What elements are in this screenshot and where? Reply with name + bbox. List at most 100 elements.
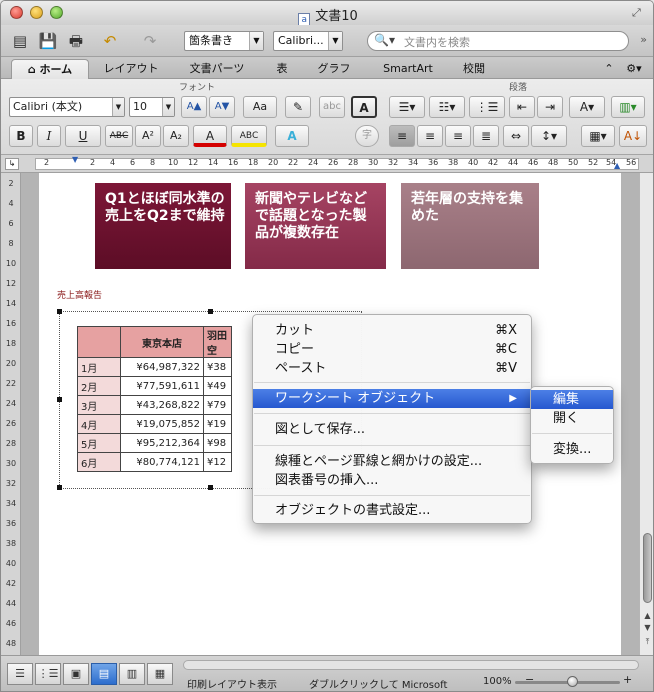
tab-chart[interactable]: グラフ xyxy=(303,59,365,79)
ruler-label: 40 xyxy=(468,158,479,167)
menu-item-worksheet-object[interactable]: ワークシート オブジェクト ▶ xyxy=(253,389,531,408)
numbering-icon[interactable]: ☷▾ xyxy=(429,96,465,118)
zoom-in-icon[interactable]: + xyxy=(623,673,632,686)
superscript-button[interactable]: A² xyxy=(135,125,161,147)
sort-icon[interactable]: A↓ xyxy=(619,125,647,147)
highlight-button[interactable]: ABC xyxy=(231,125,267,147)
smartart-shape-3[interactable]: 若年層の支持を集めた xyxy=(401,183,539,269)
subscript-button[interactable]: A₂ xyxy=(163,125,189,147)
submenu-item-edit[interactable]: 編集 xyxy=(531,390,613,409)
ruler-label: 20 xyxy=(268,158,279,167)
menu-item-cut[interactable]: カット ⌘X xyxy=(253,321,531,340)
tab-review[interactable]: 校閲 xyxy=(451,59,497,79)
bold-button[interactable]: B xyxy=(9,125,33,147)
menu-item-insert-caption[interactable]: 図表番号の挿入... xyxy=(253,471,531,490)
indent-marker-icon[interactable]: ▼ xyxy=(72,155,78,164)
text-effects-button[interactable]: A xyxy=(275,125,309,147)
font-color-button[interactable]: A xyxy=(193,125,227,147)
scroll-up-icon[interactable]: ▲ xyxy=(642,611,653,620)
zoom-out-icon[interactable]: − xyxy=(525,673,534,686)
draft-view-icon[interactable]: ☰ xyxy=(7,663,33,685)
resize-handle[interactable] xyxy=(208,309,213,314)
align-right-icon[interactable]: ≡ xyxy=(445,125,471,147)
embedded-worksheet[interactable]: 東京本店 羽田空 1月 ¥64,987,322 ¥38 2月 ¥77,591,6… xyxy=(77,326,232,472)
table-row: 3月 ¥43,268,822 ¥79 xyxy=(77,395,232,415)
previous-page-icon[interactable]: ⤒ xyxy=(642,637,653,647)
submenu-item-open[interactable]: 開く xyxy=(531,409,613,428)
undo-icon[interactable]: ↶ xyxy=(97,29,123,53)
search-icon[interactable]: 🔍▾ xyxy=(374,33,395,47)
justify-icon[interactable]: ≣ xyxy=(473,125,499,147)
multilevel-list-icon[interactable]: ⋮☰ xyxy=(469,96,505,118)
menu-item-borders-shading[interactable]: 線種とページ罫線と網かけの設定... xyxy=(253,452,531,471)
print-layout-view-icon[interactable]: ▤ xyxy=(91,663,117,685)
italic-button[interactable]: I xyxy=(37,125,61,147)
resize-handle[interactable] xyxy=(208,485,213,490)
resize-handle[interactable] xyxy=(57,485,62,490)
resize-handle[interactable] xyxy=(57,309,62,314)
menu-item-save-as-picture[interactable]: 図として保存... xyxy=(253,420,531,439)
clear-formatting-icon[interactable]: ✎ xyxy=(285,96,311,118)
notebook-view-icon[interactable]: ▥ xyxy=(119,663,145,685)
ruler-label: 32 xyxy=(388,158,399,167)
change-case-button[interactable]: Aa xyxy=(243,96,277,118)
font-select-toolbar[interactable]: Calibri... ▼ xyxy=(273,31,343,51)
collapse-ribbon-icon[interactable]: ⌃ xyxy=(599,59,619,79)
submenu-item-convert[interactable]: 変換... xyxy=(531,440,613,459)
menu-item-format-object[interactable]: オブジェクトの書式設定... xyxy=(253,501,531,520)
fullscreen-icon[interactable]: ⤢ xyxy=(632,6,645,19)
bullets-icon[interactable]: ☰▾ xyxy=(389,96,425,118)
phonetic-guide-icon[interactable]: abc xyxy=(319,96,345,118)
vertical-ruler[interactable]: 2 4 6 8 10 12 14 16 18 20 22 24 26 28 30… xyxy=(1,173,21,655)
toolbar-overflow-icon[interactable]: » xyxy=(640,33,647,46)
month-cell: 5月 xyxy=(77,433,121,453)
print-icon[interactable]: 🖶 xyxy=(63,29,89,53)
fullscreen-view-icon[interactable]: ▦ xyxy=(147,663,173,685)
search-field[interactable]: 🔍▾ 文書内を検索 xyxy=(367,31,629,51)
horizontal-scrollbar[interactable] xyxy=(183,660,639,670)
ruler-label: 52 xyxy=(588,158,599,167)
tab-selector-icon[interactable]: ↳ xyxy=(5,158,19,170)
font-size-select[interactable]: 10 ▼ xyxy=(129,97,175,117)
tab-document-parts[interactable]: 文書パーツ xyxy=(173,59,261,79)
borders-icon[interactable]: ▦▾ xyxy=(581,125,615,147)
align-center-icon[interactable]: ≡ xyxy=(417,125,443,147)
tab-layout[interactable]: レイアウト xyxy=(91,59,171,79)
menu-item-paste[interactable]: ペースト ⌘V xyxy=(253,359,531,378)
outline-view-icon[interactable]: ⋮☰ xyxy=(35,663,61,685)
shrink-font-button[interactable]: A▼ xyxy=(209,96,235,118)
distribute-icon[interactable]: ⇔ xyxy=(503,125,529,147)
enclose-characters-button[interactable]: 字 xyxy=(355,125,379,147)
columns-icon[interactable]: ▥▾ xyxy=(611,96,645,118)
resize-handle[interactable] xyxy=(57,397,62,402)
gear-icon[interactable]: ⚙▾ xyxy=(621,59,647,79)
style-select[interactable]: 箇条書き ▼ xyxy=(184,31,264,51)
tab-home[interactable]: ⌂ ホーム xyxy=(11,59,89,79)
publishing-view-icon[interactable]: ▣ xyxy=(63,663,89,685)
tab-smartart[interactable]: SmartArt xyxy=(367,59,449,79)
character-border-button[interactable]: A xyxy=(351,96,377,118)
smartart-shape-2[interactable]: 新聞やテレビなどで話題となった製品が複数存在 xyxy=(245,183,386,269)
strikethrough-button[interactable]: ABC xyxy=(105,125,133,147)
font-name-select[interactable]: Calibri (本文) ▼ xyxy=(9,97,125,117)
underline-button[interactable]: U xyxy=(65,125,101,147)
tab-table[interactable]: 表 xyxy=(263,59,301,79)
line-spacing-icon[interactable]: ↕▾ xyxy=(531,125,567,147)
right-indent-marker-icon[interactable]: ▲ xyxy=(614,161,620,170)
vertical-scrollbar[interactable]: ▲ ▼ ⤒ xyxy=(639,173,653,655)
save-icon[interactable]: 💾 xyxy=(35,29,61,53)
align-left-icon[interactable]: ≡ xyxy=(389,125,415,147)
smartart-shape-1[interactable]: Q1とほぼ同水準の売上をQ2まで維持 xyxy=(95,183,231,269)
sidebar-icon[interactable]: ▤ xyxy=(7,29,33,53)
horizontal-ruler[interactable]: ↳ 2 2 4 6 8 10 12 14 16 18 20 22 24 26 2… xyxy=(1,155,653,173)
menu-item-copy[interactable]: コピー ⌘C xyxy=(253,340,531,359)
redo-icon[interactable]: ↷ xyxy=(137,29,163,53)
grow-font-button[interactable]: A▲ xyxy=(181,96,207,118)
increase-indent-icon[interactable]: ⇥ xyxy=(537,96,563,118)
zoom-slider-knob[interactable] xyxy=(567,676,578,687)
decrease-indent-icon[interactable]: ⇤ xyxy=(509,96,535,118)
ruler-label: 8 xyxy=(150,158,156,167)
scrollbar-thumb[interactable] xyxy=(643,533,652,603)
scroll-down-icon[interactable]: ▼ xyxy=(642,623,653,632)
text-direction-icon[interactable]: A▾ xyxy=(569,96,605,118)
